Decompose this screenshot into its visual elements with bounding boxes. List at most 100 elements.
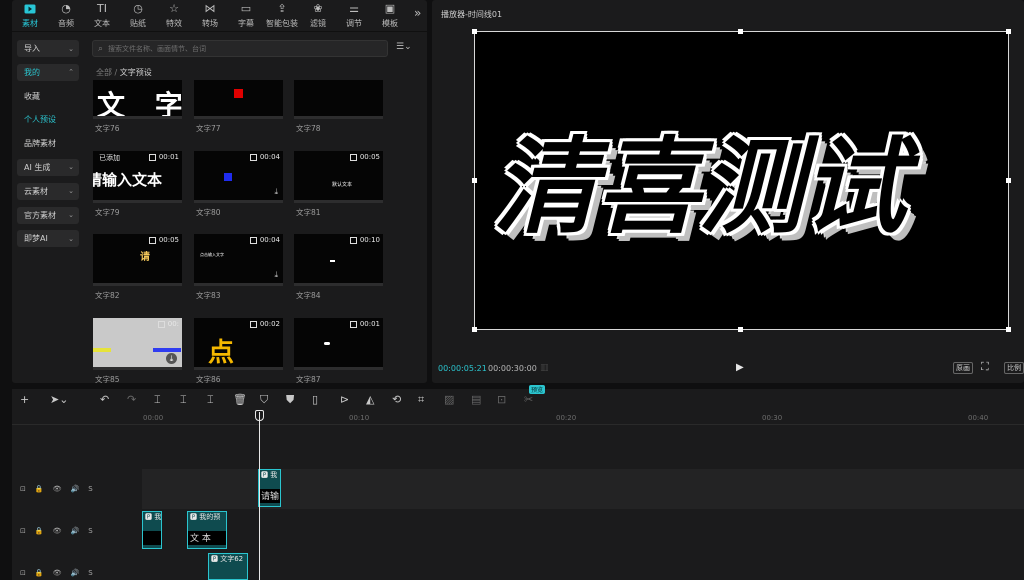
preset-card[interactable]: 00:02 点 文字86 <box>194 318 283 383</box>
timeline-panel: + ➤⌄ ↶ ↷ ⌶ ⌶ ⌶ 🗑 ⛉ ⛊ ▯ ⊳ ◭ ⟲ ⌗ ▨ ▤ ⊡ ✂ 预… <box>12 385 1024 580</box>
fullscreen-icon[interactable]: ⛶ <box>981 360 989 374</box>
track-lane[interactable]: 🅿 我 请输 <box>142 469 1024 509</box>
timeline-clip[interactable]: 🅿 我 <box>142 511 162 549</box>
crop-icon[interactable]: ⌗ <box>418 393 424 407</box>
solo-icon[interactable]: S <box>88 569 92 577</box>
tab-effects[interactable]: ☆ 特效 <box>156 0 192 30</box>
download-icon[interactable]: ⤓ <box>166 353 177 364</box>
split-left-icon[interactable]: ⌶ <box>180 393 187 407</box>
sort-icon[interactable]: ☰⌄ <box>396 42 412 52</box>
sidebar-item-cloud[interactable]: 云素材 ⌄ <box>17 182 79 200</box>
volume-icon[interactable]: 🔊 <box>70 527 79 535</box>
canvas-text[interactable]: 清喜测试 <box>493 102 906 253</box>
preview-canvas[interactable]: 清喜测试 <box>474 31 1009 330</box>
more-tabs-icon[interactable]: » <box>414 6 421 20</box>
preset-card[interactable]: 文 字 文字76 <box>93 80 182 134</box>
track-toggle-icon[interactable]: ⊡ <box>20 569 26 577</box>
select-tool-icon[interactable]: ➤⌄ <box>50 393 68 406</box>
ai-cut-icon[interactable]: ✂ <box>524 393 533 406</box>
preset-card[interactable]: 00:10 文字84 <box>294 234 383 301</box>
preset-card[interactable]: 已添加 00:01 请输入文本 文字79 <box>93 151 182 218</box>
eye-icon[interactable]: 👁 <box>53 569 62 577</box>
resize-handle[interactable] <box>1006 178 1011 183</box>
redo-icon[interactable]: ↷ <box>127 393 136 406</box>
sidebar-item-official[interactable]: 官方素材 ⌄ <box>17 206 79 224</box>
solo-icon[interactable]: S <box>88 485 92 493</box>
timeline-clip[interactable]: 🅿 我的预 文 本 <box>187 511 227 549</box>
ratio-button[interactable]: 比例 <box>1004 362 1024 374</box>
preset-card[interactable]: 文字77 <box>194 80 283 134</box>
tab-smart-package[interactable]: ⇪ 智能包装 <box>264 0 300 30</box>
undo-icon[interactable]: ↶ <box>100 393 109 406</box>
play-circle-icon[interactable]: ⊳ <box>340 393 349 406</box>
split-icon[interactable]: ⌶ <box>154 393 161 407</box>
breadcrumb-root[interactable]: 全部 <box>96 68 112 77</box>
sidebar-item-ai-generate[interactable]: AI 生成 ⌄ <box>17 158 79 176</box>
resize-handle[interactable] <box>738 327 743 332</box>
resize-handle[interactable] <box>472 29 477 34</box>
tab-adjust[interactable]: ⚌ 调节 <box>336 0 372 30</box>
split-right-icon[interactable]: ⌶ <box>207 393 214 407</box>
fit-icon[interactable]: ▨ <box>444 393 454 406</box>
timeline-clip[interactable]: 🅿 文字62 <box>208 553 248 580</box>
preset-card[interactable]: 00: ⤓ 文字85 <box>93 318 182 383</box>
mirror-icon[interactable]: ◭ <box>366 393 374 406</box>
volume-icon[interactable]: 🔊 <box>70 569 79 577</box>
add-track-icon[interactable]: + <box>20 393 29 406</box>
volume-icon[interactable]: 🔊 <box>70 485 79 493</box>
shield-icon[interactable]: ⛊ <box>286 393 294 407</box>
resize-handle[interactable] <box>472 178 477 183</box>
sidebar-item-personal-presets[interactable]: 个人预设 <box>17 111 79 128</box>
waveform-icon[interactable]: ▥ <box>540 363 549 373</box>
edit-icon <box>249 320 257 328</box>
chevron-down-icon: ⌄ <box>68 234 74 243</box>
resize-icon[interactable]: ⊡ <box>497 393 506 406</box>
marker-icon[interactable]: ⛉ <box>260 393 268 407</box>
preset-card[interactable]: 00:05 默认文本 文字81 <box>294 151 383 218</box>
preset-card[interactable]: 00:04 ⤓ 文字80 <box>194 151 283 218</box>
download-icon[interactable]: ⤓ <box>274 187 278 197</box>
preset-card[interactable]: 00:05 请 文字82 <box>93 234 182 301</box>
edit-icon <box>249 153 257 161</box>
timeline-clip[interactable]: 🅿 我 请输 <box>258 469 281 507</box>
lock-icon[interactable]: 🔒 <box>35 527 44 535</box>
tab-template[interactable]: ▣ 模板 <box>372 0 408 30</box>
track-toggle-icon[interactable]: ⊡ <box>20 527 26 535</box>
resize-handle[interactable] <box>738 29 743 34</box>
preset-card[interactable]: 00:01 文字87 <box>294 318 383 383</box>
search-input[interactable]: ⌕ 搜索文件名称、画面情节、台词 <box>92 40 388 57</box>
playhead[interactable] <box>259 412 260 580</box>
resize-handle[interactable] <box>1006 327 1011 332</box>
sidebar-item-dreamina[interactable]: 即梦AI ⌄ <box>17 230 79 248</box>
download-icon[interactable]: ⤓ <box>274 270 278 280</box>
original-quality-button[interactable]: 原画 <box>953 362 973 374</box>
delete-icon[interactable]: 🗑 <box>233 393 247 406</box>
preset-card[interactable]: 文字78 <box>294 80 383 134</box>
sidebar-item-brand-assets[interactable]: 品牌素材 <box>17 135 79 152</box>
time-ruler[interactable]: 00:00 00:10 00:20 00:30 00:40 <box>12 411 1024 425</box>
eye-icon[interactable]: 👁 <box>53 527 62 535</box>
play-icon[interactable]: ▶ <box>736 362 744 373</box>
preset-card[interactable]: 00:04 点击输入文字 ⤓ 文字83 <box>194 234 283 301</box>
subtitle-edit-icon[interactable]: ▤ <box>471 393 481 406</box>
tab-subtitle[interactable]: ▭ 字幕 <box>228 0 264 30</box>
sidebar-item-import[interactable]: 导入 ⌄ <box>17 40 79 57</box>
solo-icon[interactable]: S <box>88 527 92 535</box>
track-toggle-icon[interactable]: ⊡ <box>20 485 26 493</box>
tab-media[interactable]: 素材 <box>12 0 48 30</box>
rotate-icon[interactable]: ⟲ <box>392 393 401 406</box>
lock-icon[interactable]: 🔒 <box>35 485 44 493</box>
freeze-icon[interactable]: ▯ <box>312 393 318 406</box>
lock-icon[interactable]: 🔒 <box>35 569 44 577</box>
resize-handle[interactable] <box>472 327 477 332</box>
sidebar-item-favorites[interactable]: 收藏 <box>17 88 79 105</box>
edit-icon <box>148 236 156 244</box>
resize-handle[interactable] <box>1006 29 1011 34</box>
eye-icon[interactable]: 👁 <box>53 485 62 493</box>
tab-transition[interactable]: ⋈ 转场 <box>192 0 228 30</box>
tab-filter[interactable]: ❀ 滤镜 <box>300 0 336 30</box>
sidebar-item-mine[interactable]: 我的 ⌃ <box>17 63 79 81</box>
tab-text[interactable]: TI 文本 <box>84 0 120 30</box>
tab-sticker[interactable]: ◷ 贴纸 <box>120 0 156 30</box>
tab-audio[interactable]: ◔ 音频 <box>48 0 84 30</box>
